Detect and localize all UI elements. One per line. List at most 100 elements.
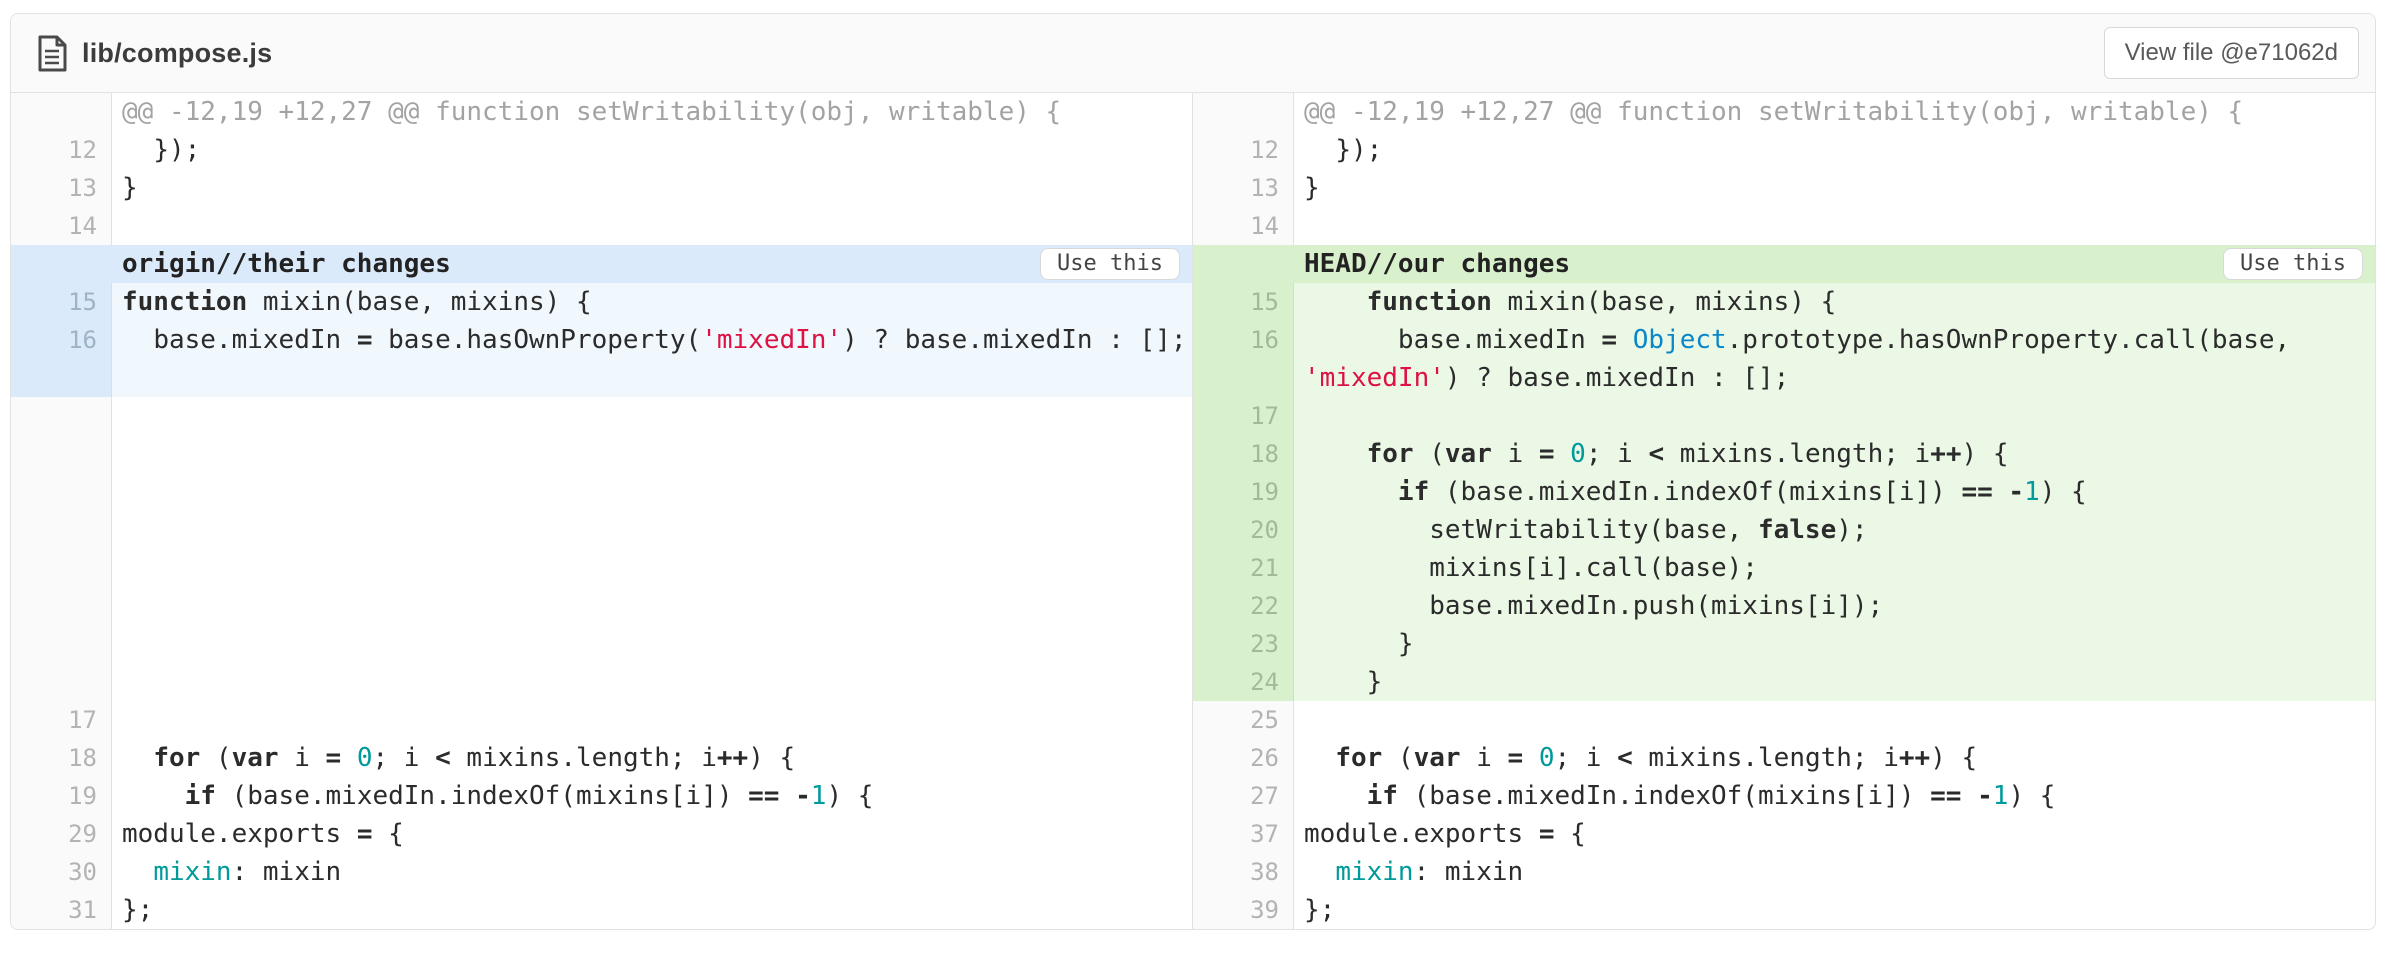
line-number: 23	[1193, 625, 1294, 663]
hunk-header: @@ -12,19 +12,27 @@ function setWritabil…	[112, 93, 1192, 131]
code-line: for (var i = 0; i < mixins.length; i++) …	[1294, 739, 2375, 777]
view-file-button[interactable]: View file @e71062d	[2104, 27, 2359, 79]
line-number: 12	[1193, 131, 1294, 169]
code-token-p: ; i	[1555, 743, 1618, 773]
code-row: 18 for (var i = 0; i < mixins.length; i+…	[1193, 435, 2375, 473]
code-line	[1294, 207, 2375, 245]
line-number: 29	[11, 815, 112, 853]
code-row: 16 base.mixedIn = base.hasOwnProperty('m…	[11, 321, 1192, 397]
code-line	[1294, 701, 2375, 739]
code-token-o: =	[1508, 743, 1524, 773]
code-token-p	[341, 743, 357, 773]
hunk-header-text: @@ -12,19 +12,27 @@ function setWritabil…	[1304, 97, 2243, 127]
line-number: 16	[1193, 321, 1294, 397]
code-row: 31};	[11, 891, 1192, 929]
code-row: 21 mixins[i].call(base);	[1193, 549, 2375, 587]
code-row: 30 mixin: mixin	[11, 853, 1192, 891]
code-line	[112, 701, 1192, 739]
code-token-o: ++	[1899, 743, 1930, 773]
code-line: for (var i = 0; i < mixins.length; i++) …	[1294, 435, 2375, 473]
code-token-p: ) ? base.mixedIn : [];	[1445, 363, 1789, 393]
code-line: }	[1294, 169, 2375, 207]
line-number: 18	[11, 739, 112, 777]
code-row: 23 }	[1193, 625, 2375, 663]
code-token-p: mixins.length; i	[1664, 439, 1930, 469]
line-number: 39	[1193, 891, 1294, 929]
code-token-o: =	[357, 325, 373, 355]
code-token-o: ==	[1930, 781, 1961, 811]
code-token-k: for	[153, 743, 200, 773]
conflict-label-left: origin//their changes	[122, 245, 451, 283]
code-line: mixin: mixin	[112, 853, 1192, 891]
code-token-p: module.exports	[1304, 819, 1539, 849]
code-token-n: 1	[811, 781, 827, 811]
code-row: 37module.exports = {	[1193, 815, 2375, 853]
code-token-p: }	[1304, 667, 1382, 697]
hunk-header-text: @@ -12,19 +12,27 @@ function setWritabil…	[122, 97, 1061, 127]
code-token-p: (	[1414, 439, 1445, 469]
code-token-o: <	[1648, 439, 1664, 469]
hunk-header: @@ -12,19 +12,27 @@ function setWritabil…	[1294, 93, 2375, 131]
code-token-p: }	[122, 173, 138, 203]
code-token-p	[1961, 781, 1977, 811]
filler-row	[11, 397, 1192, 701]
code-line: setWritability(base, false);	[1294, 511, 2375, 549]
code-row: 18 for (var i = 0; i < mixins.length; i+…	[11, 739, 1192, 777]
code-token-p	[1617, 325, 1633, 355]
code-token-p: i	[1461, 743, 1508, 773]
hunk-header-row: @@ -12,19 +12,27 @@ function setWritabil…	[1193, 93, 2375, 131]
code-row: 13}	[11, 169, 1192, 207]
line-number: 20	[1193, 511, 1294, 549]
line-number: 16	[11, 321, 112, 397]
code-token-p: base.mixedIn	[122, 325, 357, 355]
code-token-p: ; i	[1586, 439, 1649, 469]
code-token-p: mixins.length; i	[1633, 743, 1899, 773]
use-this-button-right[interactable]: Use this	[2223, 248, 2363, 280]
code-row: 19 if (base.mixedIn.indexOf(mixins[i]) =…	[1193, 473, 2375, 511]
code-token-p: });	[1304, 135, 1382, 165]
code-token-p: );	[1836, 515, 1867, 545]
code-token-p	[1304, 287, 1367, 317]
code-token-k: for	[1335, 743, 1382, 773]
code-token-p: (base.mixedIn.indexOf(mixins[i])	[1429, 477, 1961, 507]
code-token-p: base.mixedIn	[1304, 325, 1601, 355]
code-token-p: mixins[i].call(base);	[1304, 553, 1758, 583]
code-token-o: =	[1601, 325, 1617, 355]
code-token-p	[779, 781, 795, 811]
code-token-k: function	[122, 287, 247, 317]
line-number: 18	[1193, 435, 1294, 473]
code-token-p: i	[1492, 439, 1539, 469]
conflict-header-right: HEAD//our changesUse this	[1193, 245, 2375, 283]
code-row: 15function mixin(base, mixins) {	[11, 283, 1192, 321]
code-token-p: {	[1554, 819, 1585, 849]
code-token-p: {	[372, 819, 403, 849]
diff-split-view: @@ -12,19 +12,27 @@ function setWritabil…	[11, 93, 2375, 929]
code-token-o: =	[1539, 819, 1555, 849]
line-number: 17	[1193, 397, 1294, 435]
code-token-o: -	[1977, 781, 1993, 811]
code-token-p: module.exports	[122, 819, 357, 849]
code-token-p	[1555, 439, 1571, 469]
code-line: base.mixedIn = base.hasOwnProperty('mixe…	[112, 321, 1192, 397]
code-line: function mixin(base, mixins) {	[1294, 283, 2375, 321]
code-line	[1294, 397, 2375, 435]
code-token-p: ) {	[1930, 743, 1977, 773]
code-row: 22 base.mixedIn.push(mixins[i]);	[1193, 587, 2375, 625]
line-number: 15	[1193, 283, 1294, 321]
use-this-button-left[interactable]: Use this	[1040, 248, 1180, 280]
code-token-o: <	[1617, 743, 1633, 773]
code-line: module.exports = {	[112, 815, 1192, 853]
code-line: if (base.mixedIn.indexOf(mixins[i]) == -…	[1294, 777, 2375, 815]
code-token-p	[1304, 439, 1367, 469]
code-row: 13}	[1193, 169, 2375, 207]
code-token-p: ) {	[2040, 477, 2087, 507]
code-token-p: (base.mixedIn.indexOf(mixins[i])	[1398, 781, 1930, 811]
code-token-p: };	[122, 895, 153, 925]
code-row: 38 mixin: mixin	[1193, 853, 2375, 891]
line-number: 31	[11, 891, 112, 929]
code-token-p: : mixin	[232, 857, 342, 887]
code-token-p: ) ? base.mixedIn : [];	[842, 325, 1186, 355]
code-line: });	[112, 131, 1192, 169]
conflict-header-left: origin//their changes Use this	[11, 245, 1192, 283]
code-line: }	[1294, 625, 2375, 663]
